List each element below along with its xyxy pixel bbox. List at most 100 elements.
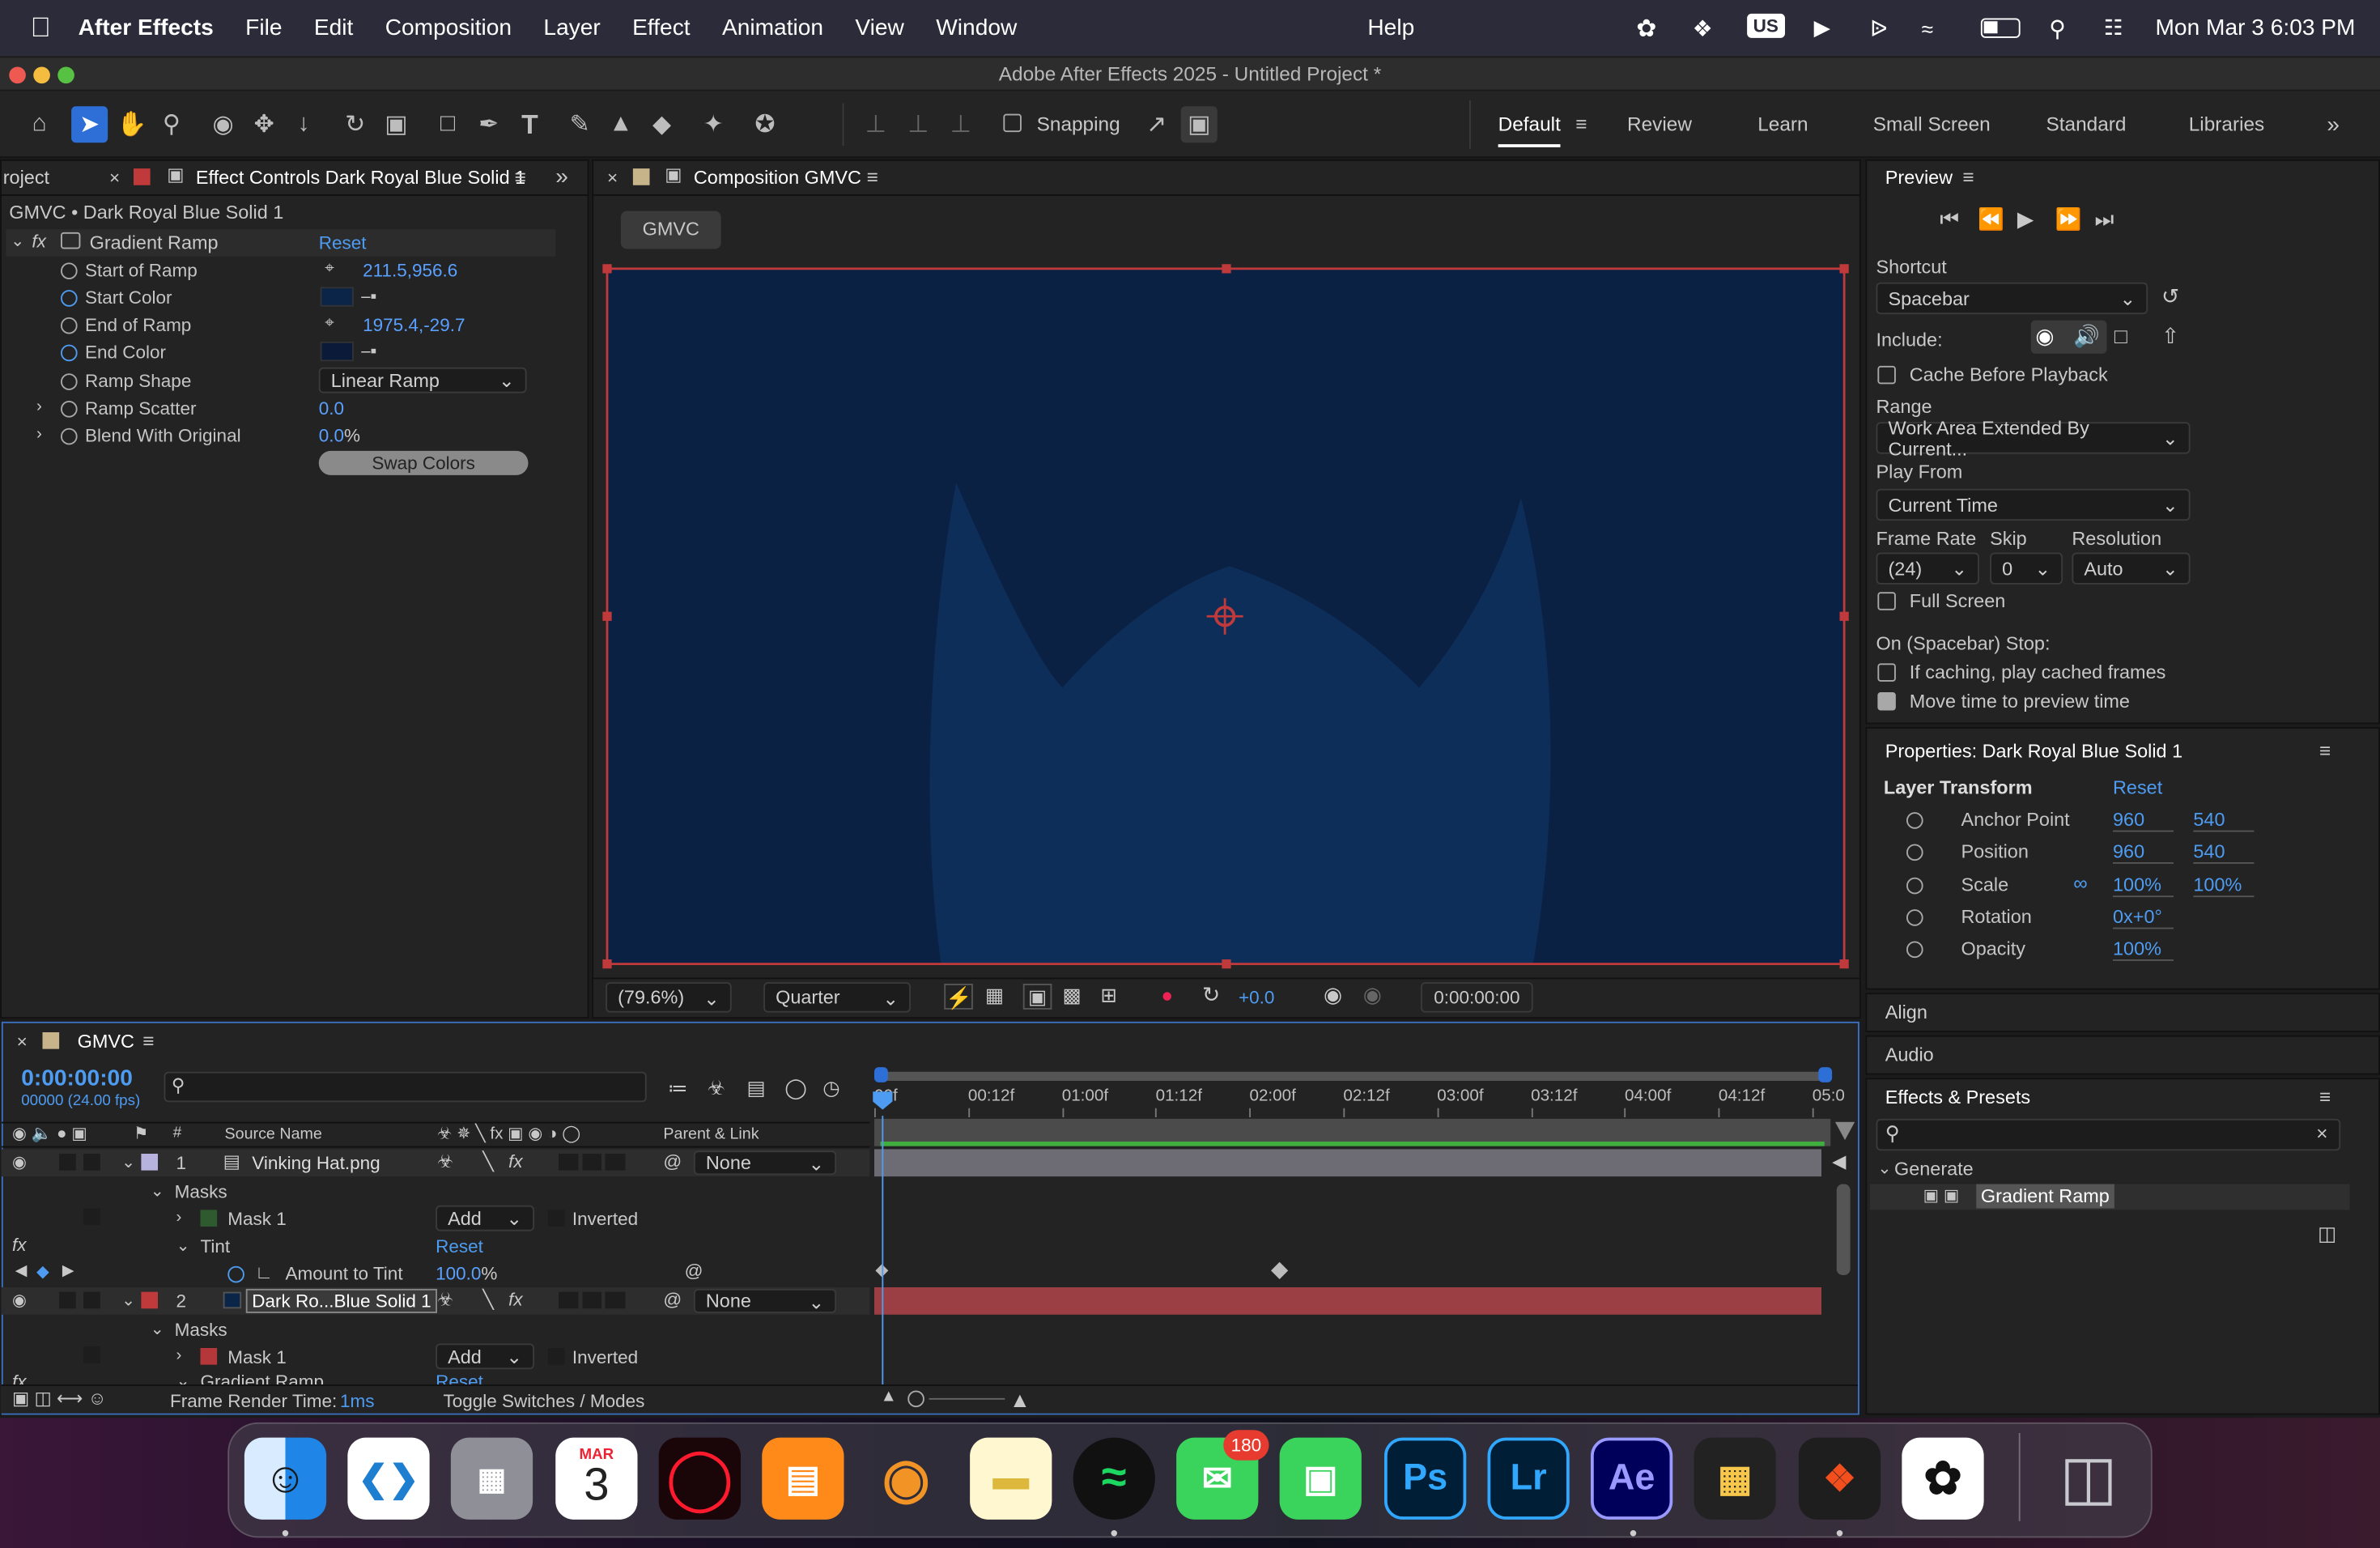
masks-group[interactable]: Masks: [175, 1319, 227, 1340]
new-bin-icon[interactable]: ◫: [2318, 1222, 2336, 1246]
quality-switch-icon[interactable]: ╲: [482, 1289, 494, 1310]
fx-icon[interactable]: fx: [12, 1371, 27, 1384]
dolly-camera-icon[interactable]: ↓: [286, 106, 322, 142]
stopwatch-icon[interactable]: [61, 262, 78, 279]
anchor-y-value[interactable]: 540: [2193, 809, 2255, 832]
figma-icon[interactable]: ❖: [1798, 1437, 1881, 1520]
rotation-tool-icon[interactable]: ↻: [337, 106, 373, 142]
fx-switch-icon[interactable]: fx: [508, 1289, 523, 1310]
spotify-icon[interactable]: ≈: [1073, 1437, 1155, 1520]
end-color-swatch[interactable]: [320, 341, 354, 362]
lightroom-icon[interactable]: Lr: [1487, 1437, 1570, 1520]
resolution-dropdown[interactable]: Quarter ⌄: [763, 982, 911, 1013]
effect-name[interactable]: Gradient Ramp: [90, 232, 219, 253]
roto-brush-icon[interactable]: ✦: [695, 106, 732, 142]
pan-camera-icon[interactable]: ✥: [246, 106, 283, 142]
chevron-down-icon[interactable]: ⌄: [151, 1181, 164, 1201]
menu-composition[interactable]: Composition: [385, 15, 512, 41]
guides-icon[interactable]: ⊞: [1100, 984, 1116, 1008]
menu-help[interactable]: Help: [1367, 15, 1414, 41]
menu-view[interactable]: View: [855, 15, 903, 41]
parent-dropdown[interactable]: None ⌄: [693, 1288, 837, 1313]
work-area-start-handle[interactable]: [874, 1067, 888, 1082]
workspace-menu-icon[interactable]: ≡: [1575, 113, 1587, 135]
chevron-down-icon[interactable]: ⌄: [11, 231, 24, 251]
pick-whip-icon[interactable]: @: [663, 1150, 682, 1172]
stopwatch-icon[interactable]: [1906, 941, 1923, 959]
chevron-down-icon[interactable]: ⌄: [121, 1152, 135, 1172]
chevron-down-icon[interactable]: ⌄: [176, 1371, 190, 1384]
snap-expand-icon[interactable]: ↗: [1138, 106, 1175, 142]
finder-icon[interactable]: ☺: [244, 1437, 327, 1520]
quality-switch-icon[interactable]: ╲: [482, 1150, 494, 1172]
crosshair-icon[interactable]: ⌖: [325, 260, 334, 279]
lock-switch[interactable]: [83, 1346, 100, 1363]
exposure-value[interactable]: +0.0: [1239, 987, 1274, 1008]
workspace-libraries[interactable]: Libraries: [2189, 113, 2264, 135]
stopwatch-icon[interactable]: [227, 1265, 244, 1283]
frame-rate-dropdown[interactable]: (24) ⌄: [1876, 552, 1979, 585]
fast-preview-icon[interactable]: ⚡: [944, 984, 973, 1010]
lock-icon[interactable]: ▣: [665, 164, 682, 185]
color-management-icon[interactable]: ↻: [1202, 982, 1220, 1008]
opera-icon[interactable]: ◯: [658, 1437, 741, 1520]
end-of-ramp-value[interactable]: 1975.4,-29.7: [363, 314, 465, 335]
label-column-icon[interactable]: ⚑: [134, 1124, 149, 1143]
close-window-button[interactable]: [9, 66, 26, 84]
position-x-value[interactable]: 960: [2113, 841, 2174, 864]
launchpad-icon[interactable]: ▦: [450, 1437, 533, 1520]
rectangle-tool-icon[interactable]: □: [430, 106, 466, 142]
pen-tool-icon[interactable]: ✒: [470, 106, 507, 142]
workspace-small-screen[interactable]: Small Screen: [1873, 113, 1991, 135]
chevron-right-icon[interactable]: ›: [176, 1346, 182, 1365]
effect-controls-tab[interactable]: Effect Controls Dark Royal Blue Solid 1: [196, 167, 525, 188]
toggle-switches-button[interactable]: Toggle Switches / Modes: [444, 1391, 645, 1412]
gradient-ramp-effect-name[interactable]: Gradient Ramp: [201, 1371, 325, 1384]
layer-color-label[interactable]: [141, 1154, 158, 1171]
stopwatch-icon[interactable]: [61, 290, 78, 307]
panel-menu-icon[interactable]: ≡: [515, 165, 526, 188]
panel-menu-icon[interactable]: ≡: [2319, 739, 2331, 762]
eyedropper-icon[interactable]: ⎯▪: [361, 286, 376, 308]
notes-icon[interactable]: ▬: [970, 1437, 1052, 1520]
ramp-shape-dropdown[interactable]: Linear Ramp ⌄: [318, 367, 527, 393]
keyframe-toggle-icon[interactable]: ◆: [36, 1261, 49, 1282]
source-name-header[interactable]: Source Name: [225, 1125, 322, 1143]
current-time-display[interactable]: 0:00:00:00: [21, 1065, 133, 1091]
menu-animation[interactable]: Animation: [722, 15, 823, 41]
move-time-checkbox[interactable]: [1877, 692, 1896, 715]
opacity-value[interactable]: 100%: [2113, 938, 2174, 961]
layer-1-duration-bar[interactable]: [874, 1149, 1821, 1177]
comp-mini-flowchart-icon[interactable]: ≔: [668, 1076, 687, 1100]
expression-pick-whip-icon[interactable]: @: [685, 1260, 703, 1281]
channels-icon[interactable]: ●: [1161, 984, 1173, 1006]
project-tab[interactable]: roject: [3, 167, 49, 188]
stopwatch-icon[interactable]: [1906, 909, 1923, 926]
close-tab-icon[interactable]: ×: [607, 167, 618, 188]
after-effects-icon[interactable]: Ae: [1591, 1437, 1673, 1520]
openai-status-icon[interactable]: ✿: [1636, 13, 1656, 44]
zoom-slider-handle[interactable]: [907, 1390, 924, 1408]
fx-icon[interactable]: fx: [12, 1234, 27, 1255]
zoom-in-icon[interactable]: ▲: [1009, 1388, 1031, 1412]
stopwatch-icon[interactable]: [1906, 812, 1923, 829]
overlays-include-icon[interactable]: □: [2114, 323, 2127, 347]
menu-edit[interactable]: Edit: [314, 15, 353, 41]
inverted-checkbox[interactable]: [547, 1210, 565, 1227]
constrain-proportions-icon[interactable]: ∞: [2073, 871, 2087, 894]
next-frame-icon[interactable]: ⏩: [2055, 206, 2082, 232]
timeline-scrollbar[interactable]: [1836, 1184, 1851, 1275]
workspace-learn[interactable]: Learn: [1757, 113, 1808, 135]
skip-dropdown[interactable]: 0 ⌄: [1990, 552, 2063, 585]
workspace-standard[interactable]: Standard: [2046, 113, 2127, 135]
apple-icon[interactable]: : [31, 12, 51, 44]
workspace-default[interactable]: Default: [1498, 113, 1561, 147]
prev-keyframe-icon[interactable]: ◀: [15, 1263, 27, 1280]
tint-reset-link[interactable]: Reset: [436, 1235, 483, 1257]
wifi-icon[interactable]: ≈: [1922, 16, 1933, 40]
align-tab[interactable]: Align: [1885, 1002, 1927, 1023]
chevron-right-icon[interactable]: ›: [36, 425, 42, 444]
fx-icon[interactable]: fx: [32, 231, 46, 252]
scale-x-value[interactable]: 100%: [2113, 874, 2174, 898]
stopwatch-icon[interactable]: [61, 317, 78, 334]
